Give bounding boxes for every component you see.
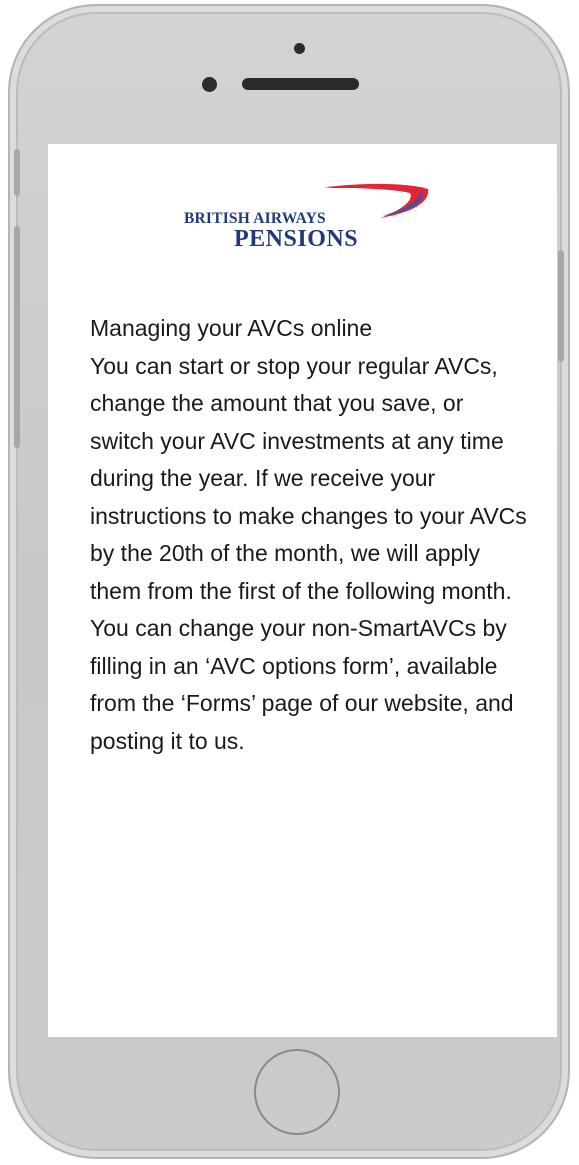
speaker-grille-icon <box>242 78 359 90</box>
british-airways-pensions-logo: BRITISH AIRWAYS PENSIONS <box>184 182 429 256</box>
mute-switch <box>14 149 20 196</box>
front-camera-icon <box>202 77 217 92</box>
earpiece-icon <box>294 43 305 54</box>
logo-text-pensions: PENSIONS <box>234 226 359 252</box>
phone-screen: BRITISH AIRWAYS PENSIONS Managing your A… <box>48 144 557 1037</box>
article-heading: Managing your AVCs online <box>90 315 373 341</box>
phone-frame: BRITISH AIRWAYS PENSIONS Managing your A… <box>8 4 570 1159</box>
volume-up-button <box>14 226 20 338</box>
home-button-icon[interactable] <box>254 1049 340 1135</box>
power-button <box>558 250 564 362</box>
article-content: Managing your AVCs online You can start … <box>90 310 530 760</box>
article-body: You can start or stop your regular AVCs,… <box>90 352 527 754</box>
speedmarque-icon <box>324 183 429 218</box>
volume-down-button <box>14 331 20 448</box>
